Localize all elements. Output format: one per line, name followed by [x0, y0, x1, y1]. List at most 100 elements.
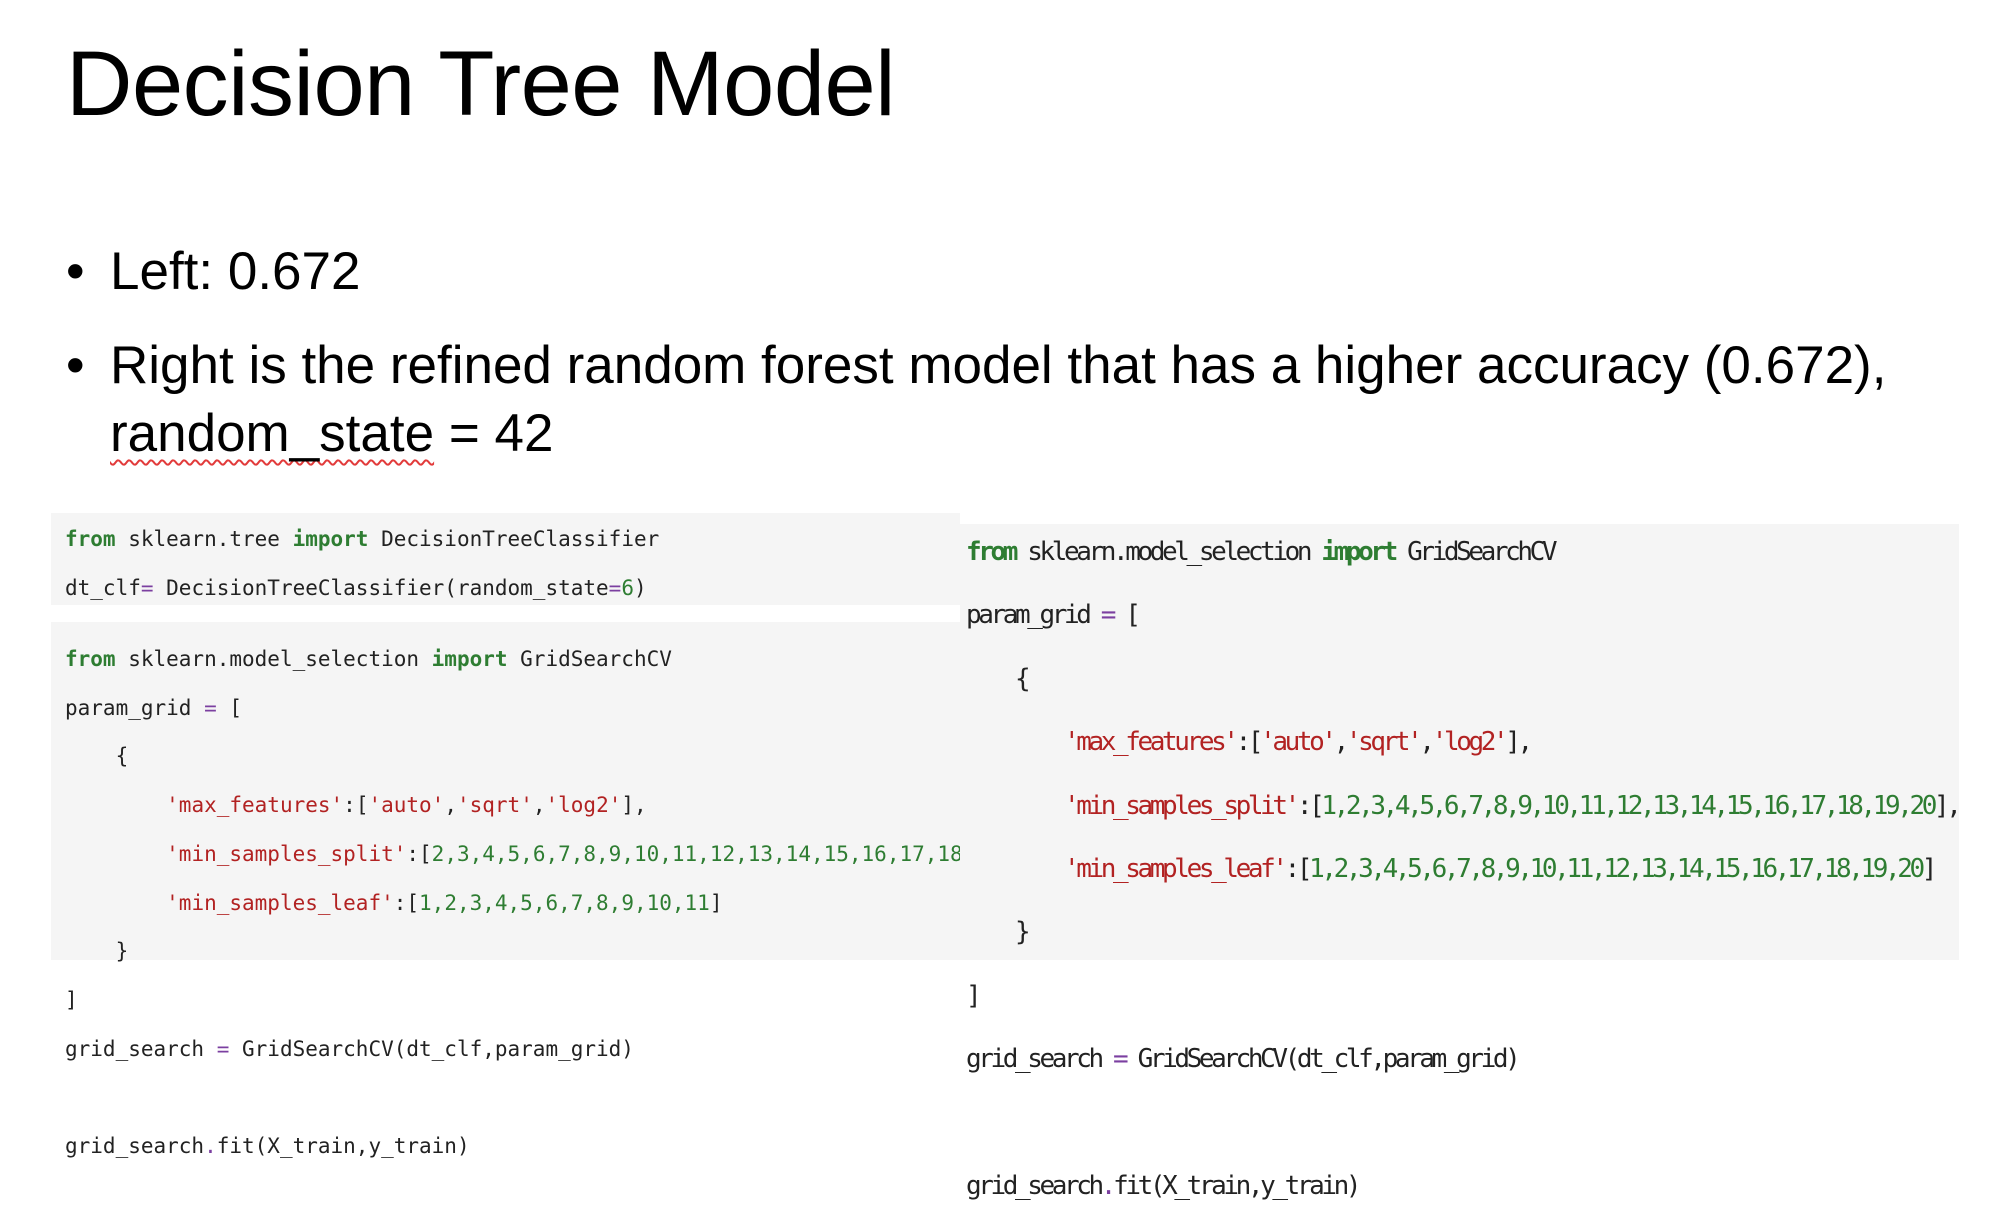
code-text: ], — [1934, 790, 1962, 821]
code-keyword: import — [431, 647, 508, 671]
code-text: :[ — [393, 890, 420, 915]
code-keyword: import — [292, 527, 369, 551]
code-text: grid_search — [65, 1134, 205, 1159]
code-text: grid_search — [966, 1044, 1114, 1075]
code-cell-right: from sklearn.model_selection import Grid… — [960, 524, 1962, 1201]
code-string: 'sqrt' — [456, 793, 533, 818]
code-text: GridSearchCV(dt_clf,param_grid) — [1125, 1044, 1521, 1075]
code-operator: = — [608, 576, 622, 600]
code-line: 'min_samples_leaf':[1,2,3,4,5,6,7,8,9,10… — [65, 890, 960, 915]
bullet-dot-icon: • — [66, 242, 85, 301]
code-line: grid_search.fit(X_train,y_train) — [65, 1133, 960, 1158]
code-text: ] — [1921, 854, 1938, 885]
code-line: 'max_features':['auto','sqrt','log2'], — [966, 724, 1959, 757]
bullet-item: • Right is the refined random forest mod… — [64, 332, 1944, 468]
bullet-dot-icon: • — [66, 336, 85, 395]
code-number: 6 — [621, 576, 634, 600]
code-string: 'min_samples_leaf' — [166, 890, 394, 915]
code-text: sklearn.model_selection — [1015, 537, 1322, 567]
bullet-item: • Left: 0.672 — [64, 238, 1944, 306]
code-line: from sklearn.tree import DecisionTreeCla… — [65, 525, 960, 551]
code-line: { — [966, 663, 1031, 694]
code-string: 'log2' — [1431, 727, 1509, 758]
code-line: param_grid = [ — [65, 695, 960, 720]
code-text: dt_clf — [65, 576, 141, 600]
code-text: :[ — [406, 841, 432, 866]
code-text: DecisionTreeClassifier — [368, 527, 660, 551]
code-line: from sklearn.model_selection import Grid… — [966, 534, 1959, 567]
code-text: param_grid — [966, 600, 1101, 631]
code-text: :[ — [1284, 854, 1313, 885]
code-text: GridSearchCV(dt_clf,param_grid) — [229, 1036, 634, 1061]
code-text: grid_search — [65, 1036, 217, 1061]
code-cell-left-top: from sklearn.tree import DecisionTreeCla… — [51, 513, 960, 605]
code-line: from sklearn.model_selection import Grid… — [65, 646, 960, 671]
code-string: 'auto' — [1260, 727, 1337, 758]
code-text: :[ — [1235, 727, 1264, 758]
code-operator: = — [1100, 600, 1117, 631]
code-text: , — [1419, 727, 1435, 758]
spellcheck-flagged-text: random_state — [110, 404, 435, 463]
code-text: ] — [709, 890, 723, 915]
code-line: ] — [966, 980, 982, 1011]
code-operator: = — [1113, 1044, 1129, 1075]
code-text: [ — [1113, 600, 1141, 631]
bullet-text-end: = 42 — [434, 404, 554, 463]
code-text: , — [444, 793, 457, 818]
bullet-list: • Left: 0.672 • Right is the refined ran… — [64, 238, 1944, 494]
code-line: param_grid = [ — [966, 597, 1959, 630]
code-text: ], — [621, 793, 647, 818]
code-line: grid_search.fit(X_train,y_train) — [966, 1168, 1959, 1201]
code-text: [ — [216, 695, 243, 720]
code-line: ] — [65, 987, 78, 1012]
slide-title: Decision Tree Model — [66, 33, 896, 135]
bullet-text: Right is the refined random forest model… — [110, 336, 1887, 395]
code-keyword: import — [1321, 537, 1398, 567]
bullet-text: Left: 0.672 — [110, 242, 361, 301]
code-text: , — [532, 793, 546, 818]
code-number: 1,2,3,4,5,6,7,8,9,10,11,12,13,14,15,16,1… — [1309, 854, 1925, 885]
code-string: 'min_samples_split' — [1064, 790, 1300, 821]
code-line: 'max_features':['auto','sqrt','log2'], — [65, 792, 960, 817]
code-line: { — [65, 744, 129, 769]
code-number: 1,2,3,4,5,6,7,8,9,10,11 — [419, 890, 710, 915]
code-cell-left-bottom: from sklearn.model_selection import Grid… — [51, 622, 988, 1158]
code-text: grid_search — [966, 1171, 1104, 1202]
code-operator: = — [204, 695, 217, 720]
code-string: 'max_features' — [166, 793, 344, 818]
code-number: 1,2,3,4,5,6,7,8,9,10,11,12,13,14,15,16,1… — [1321, 790, 1937, 821]
code-text: :[ — [1296, 790, 1325, 821]
code-text: param_grid — [65, 695, 205, 720]
code-keyword: from — [65, 527, 116, 551]
code-text: ) — [633, 576, 647, 600]
code-line: 'min_samples_split':[2,3,4,5,6,7,8,9,10,… — [65, 841, 988, 866]
code-text: :[ — [343, 793, 369, 818]
code-text: GridSearchCV — [507, 647, 672, 671]
code-text: GridSearchCV — [1394, 537, 1557, 567]
code-number: 2,3,4,5,6,7,8,9,10,11,12,13,14,15,16,17,… — [431, 841, 963, 866]
code-line: } — [65, 939, 129, 964]
code-keyword: from — [65, 647, 116, 671]
code-line: dt_clf= DecisionTreeClassifier(random_st… — [65, 574, 960, 600]
code-string: 'min_samples_leaf' — [1064, 854, 1288, 885]
code-text: sklearn.tree — [115, 527, 293, 551]
code-operator: = — [140, 576, 154, 600]
code-operator: . — [1100, 1171, 1117, 1202]
code-operator: . — [204, 1134, 217, 1159]
code-string: 'auto' — [368, 793, 445, 818]
code-line: } — [966, 917, 1031, 948]
code-text: fit(X_train,y_train) — [1113, 1171, 1361, 1202]
code-operator: = — [216, 1036, 230, 1061]
code-string: 'sqrt' — [1345, 727, 1423, 758]
code-string: 'max_features' — [1064, 727, 1239, 758]
code-line: 'min_samples_leaf':[1,2,3,4,5,6,7,8,9,10… — [966, 851, 1959, 884]
code-text: fit(X_train,y_train) — [216, 1134, 470, 1159]
code-keyword: from — [966, 537, 1018, 567]
